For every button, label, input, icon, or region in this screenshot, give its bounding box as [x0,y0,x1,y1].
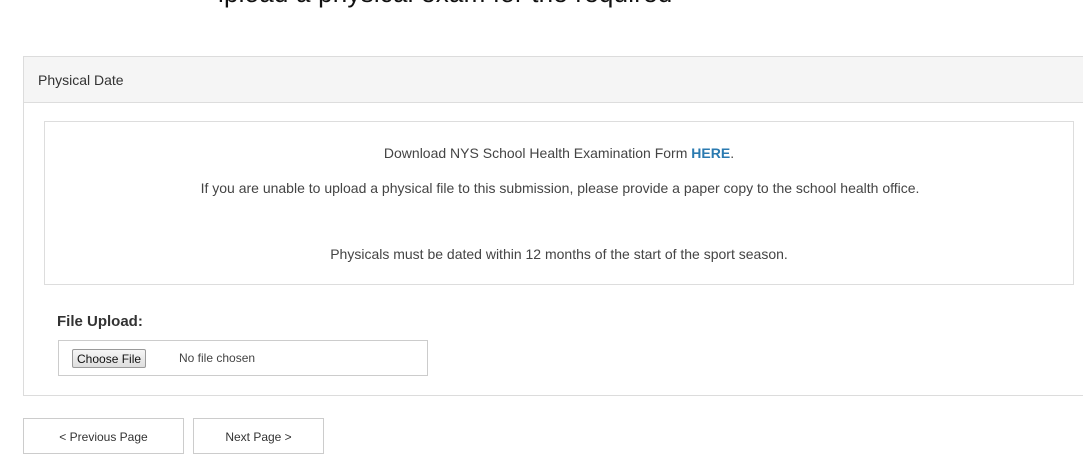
choose-file-button[interactable]: Choose File [72,349,147,368]
previous-page-button[interactable]: < Previous Page [23,418,184,454]
download-prefix: Download NYS School Health Examination F… [383,145,692,161]
paper-copy-note: If you are unable to upload a physical f… [200,180,920,196]
file-upload-label: File Upload: [57,313,143,330]
next-page-button[interactable]: Next Page > [193,418,324,454]
cropped-page-heading-text: ipload a physical exam for the required [218,0,672,8]
panel-title: Physical Date [38,72,124,88]
file-status-text: No file chosen [179,351,256,365]
download-form-link[interactable]: HERE [691,145,730,161]
physical-date-panel: Physical Date Download NYS School Health… [23,56,1083,396]
download-suffix: . [730,145,735,161]
physical-date-requirement: Physicals must be dated within 12 months… [330,246,788,262]
download-instruction: Download NYS School Health Examination F… [45,145,1073,161]
cropped-page-heading: ipload a physical exam for the required [0,0,1083,18]
instructions-box: Download NYS School Health Examination F… [44,121,1074,285]
panel-heading: Physical Date [24,57,1083,103]
file-upload-input[interactable]: Choose File No file chosen [58,340,428,376]
